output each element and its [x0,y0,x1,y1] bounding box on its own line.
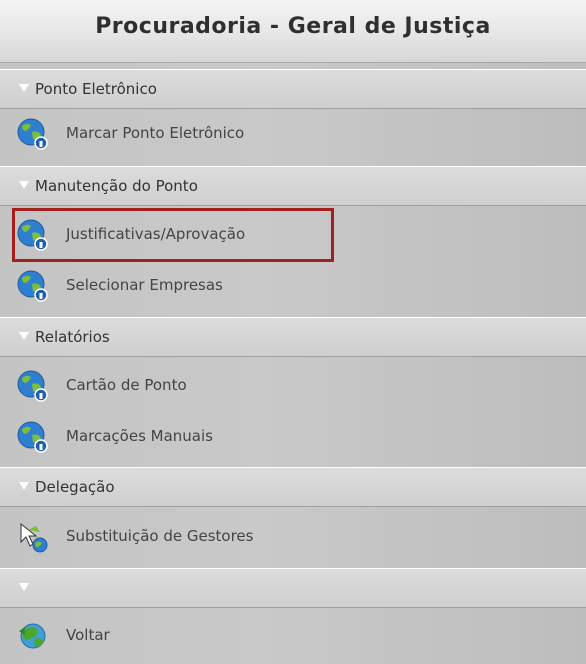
section-label: Relatórios [35,328,110,346]
collapse-arrow-icon [19,181,29,189]
menu-item-justificativas[interactable]: Justificativas/Aprovação [0,211,586,259]
menu-item-marcacoes-manuais[interactable]: Marcações Manuais [0,413,586,461]
menu-item-label: Marcações Manuais [66,427,213,445]
menu-item-marcar-ponto[interactable]: Marcar Ponto Eletrônico [0,110,586,158]
globe-icon [17,270,48,302]
green-globe-icon [19,623,46,649]
menu-item-substituicao-gestores[interactable]: Substituição de Gestores [0,513,586,561]
section-label: Manutenção do Ponto [35,177,198,195]
menu-item-selecionar-empresas[interactable]: Selecionar Empresas [0,262,586,310]
globe-icon [17,421,48,453]
section-header-ponto-eletronico[interactable]: Ponto Eletrônico [0,69,586,109]
collapse-arrow-icon [19,583,29,591]
menu-item-label: Substituição de Gestores [66,527,254,545]
menu-item-label: Marcar Ponto Eletrônico [66,124,245,142]
menu-item-label: Voltar [66,626,110,644]
title-bar: Procuradoria - Geral de Justiça [0,0,586,63]
section-header-empty[interactable] [0,568,586,608]
menu-item-label: Selecionar Empresas [66,276,223,294]
section-label: Delegação [35,478,115,496]
menu-item-label: Justificativas/Aprovação [66,225,246,243]
section-header-delegacao[interactable]: Delegação [0,467,586,507]
globe-icon [17,219,48,251]
section-header-manutencao[interactable]: Manutenção do Ponto [0,166,586,206]
menu-item-label: Cartão de Ponto [66,376,187,394]
section-label: Ponto Eletrônico [35,80,157,98]
collapse-arrow-icon [19,482,29,490]
menu-item-cartao-de-ponto[interactable]: Cartão de Ponto [0,362,586,410]
cursor-globe-icon [20,522,48,553]
globe-icon [17,370,48,402]
page-title: Procuradoria - Geral de Justiça [95,14,491,39]
collapse-arrow-icon [19,84,29,92]
collapse-arrow-icon [19,332,29,340]
menu-panel: Procuradoria - Geral de Justiça Ponto El… [0,0,586,664]
section-header-relatorios[interactable]: Relatórios [0,317,586,357]
globe-icon [17,118,48,150]
menu-item-voltar[interactable]: Voltar [0,612,586,660]
